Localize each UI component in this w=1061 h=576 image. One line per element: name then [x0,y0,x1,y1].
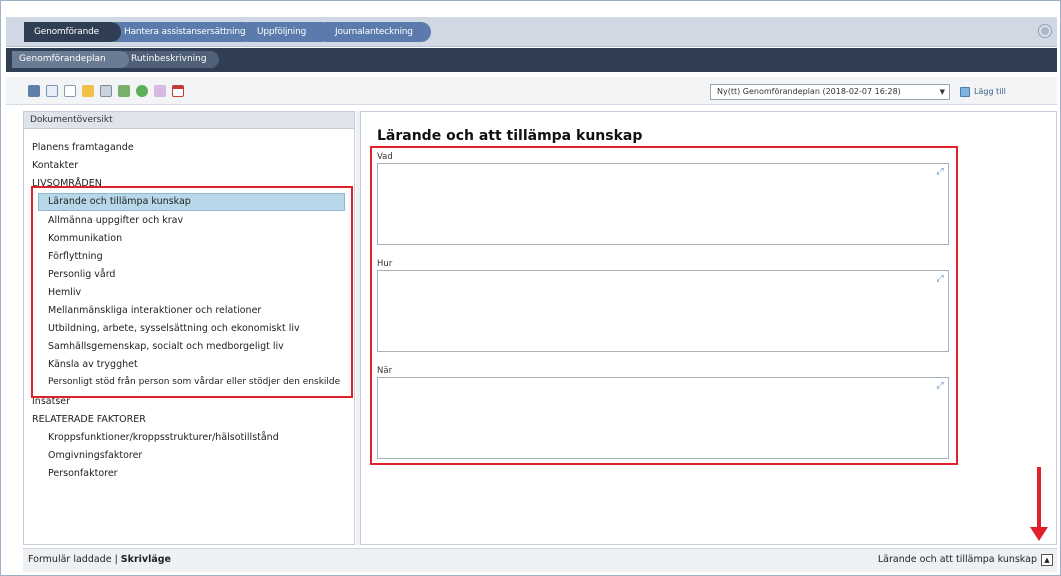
nav-item[interactable]: Personfaktorer [48,468,118,479]
filter-icon[interactable] [154,85,166,97]
document-overview-header: Dokumentöversikt [24,112,354,129]
expand-icon[interactable]: ⤢ [935,274,945,284]
document-overview-pane: Dokumentöversikt Planens framtagande Kon… [23,111,355,545]
nav-item[interactable]: Samhällsgemenskap, socialt och medborgel… [48,341,284,352]
nav-item[interactable]: Kommunikation [48,233,122,244]
field-label-nar: När [377,366,393,376]
add-icon [960,87,970,97]
tab-hantera-assistansersattning[interactable]: Hantera assistansersättning [114,22,254,42]
nav-item[interactable]: Mellanmänskliga interaktioner och relati… [48,305,261,316]
nav-section-heading: LIVSOMRÅDEN [32,178,102,189]
arrow-shaft [1037,467,1041,531]
status-mode: Skrivläge [120,554,172,565]
nav-item[interactable]: Kontakter [32,160,78,171]
tab-journalanteckning[interactable]: Journalanteckning [325,22,431,42]
plan-select-value: Ny(tt) Genomförandeplan (2018-02-07 16:2… [717,87,901,96]
nav-item[interactable]: Personligt stöd från person som vårdar e… [48,377,340,387]
status-left: Formulär laddade | Skrivläge [28,554,171,565]
nav-item-selected[interactable]: Lärande och tillämpa kunskap [38,193,345,211]
page-title: Lärande och att tillämpa kunskap [377,128,643,144]
chevron-down-icon: ▼ [939,88,945,96]
sub-tab-bar: Genomförandeplan Rutinbeskrivning [6,48,1057,72]
vad-textarea[interactable]: ⤢ [377,163,949,245]
plan-select[interactable]: Ny(tt) Genomförandeplan (2018-02-07 16:2… [710,84,950,100]
nav-section-heading: RELATERADE FAKTORER [32,414,146,425]
toolbar: Ny(tt) Genomförandeplan (2018-02-07 16:2… [6,77,1057,105]
folder-icon[interactable] [82,85,94,97]
tab-genomforande[interactable]: Genomförande [24,22,121,42]
add-button-label: Lägg till [974,87,1006,96]
app-window: Genomförande Hantera assistansersättning… [0,0,1061,576]
document-icon[interactable] [46,85,58,97]
status-loaded-text: Formulär laddade | [28,554,121,565]
form-pane: Lärande och att tillämpa kunskap Vad ⤢ H… [360,111,1057,545]
save-icon[interactable] [28,85,40,97]
nav-item[interactable]: Allmänna uppgifter och krav [48,215,183,226]
nav-item[interactable]: Insatser [32,396,70,407]
gear-icon[interactable] [1039,25,1051,37]
nav-item[interactable]: Personlig vård [48,269,115,280]
status-bar: Formulär laddade | Skrivläge Lärande och… [23,548,1057,572]
tab-genomforandeplan[interactable]: Genomförandeplan [12,51,129,68]
hur-textarea[interactable]: ⤢ [377,270,949,352]
annotation-arrow [1030,467,1048,547]
expand-icon[interactable]: ⤢ [935,167,945,177]
refresh-icon[interactable] [136,85,148,97]
nav-item[interactable]: Kroppsfunktioner/kroppsstrukturer/hälsot… [48,432,279,443]
chevron-up-icon[interactable]: ▲ [1041,554,1053,566]
field-label-hur: Hur [377,259,393,269]
tab-rutinbeskrivning[interactable]: Rutinbeskrivning [124,51,219,68]
image-icon[interactable] [118,85,130,97]
main-tab-bar: Genomförande Hantera assistansersättning… [6,17,1057,47]
nav-item[interactable]: Utbildning, arbete, sysselsättning och e… [48,323,300,334]
field-label-vad: Vad [377,152,393,162]
status-current-section: Lärande och att tillämpa kunskap [877,554,1037,565]
nav-item[interactable]: Känsla av trygghet [48,359,138,370]
print-icon[interactable] [100,85,112,97]
arrow-head [1030,527,1048,541]
add-button[interactable]: Lägg till [960,84,1006,100]
page-icon[interactable] [64,85,76,97]
nar-textarea[interactable]: ⤢ [377,377,949,459]
nav-item[interactable]: Förflyttning [48,251,103,262]
nav-item[interactable]: Hemliv [48,287,81,298]
nav-item[interactable]: Omgivningsfaktorer [48,450,142,461]
tab-uppfoljning[interactable]: Uppföljning [247,22,332,42]
calendar-icon[interactable] [172,85,184,97]
nav-item[interactable]: Planens framtagande [32,142,134,153]
expand-icon[interactable]: ⤢ [935,381,945,391]
